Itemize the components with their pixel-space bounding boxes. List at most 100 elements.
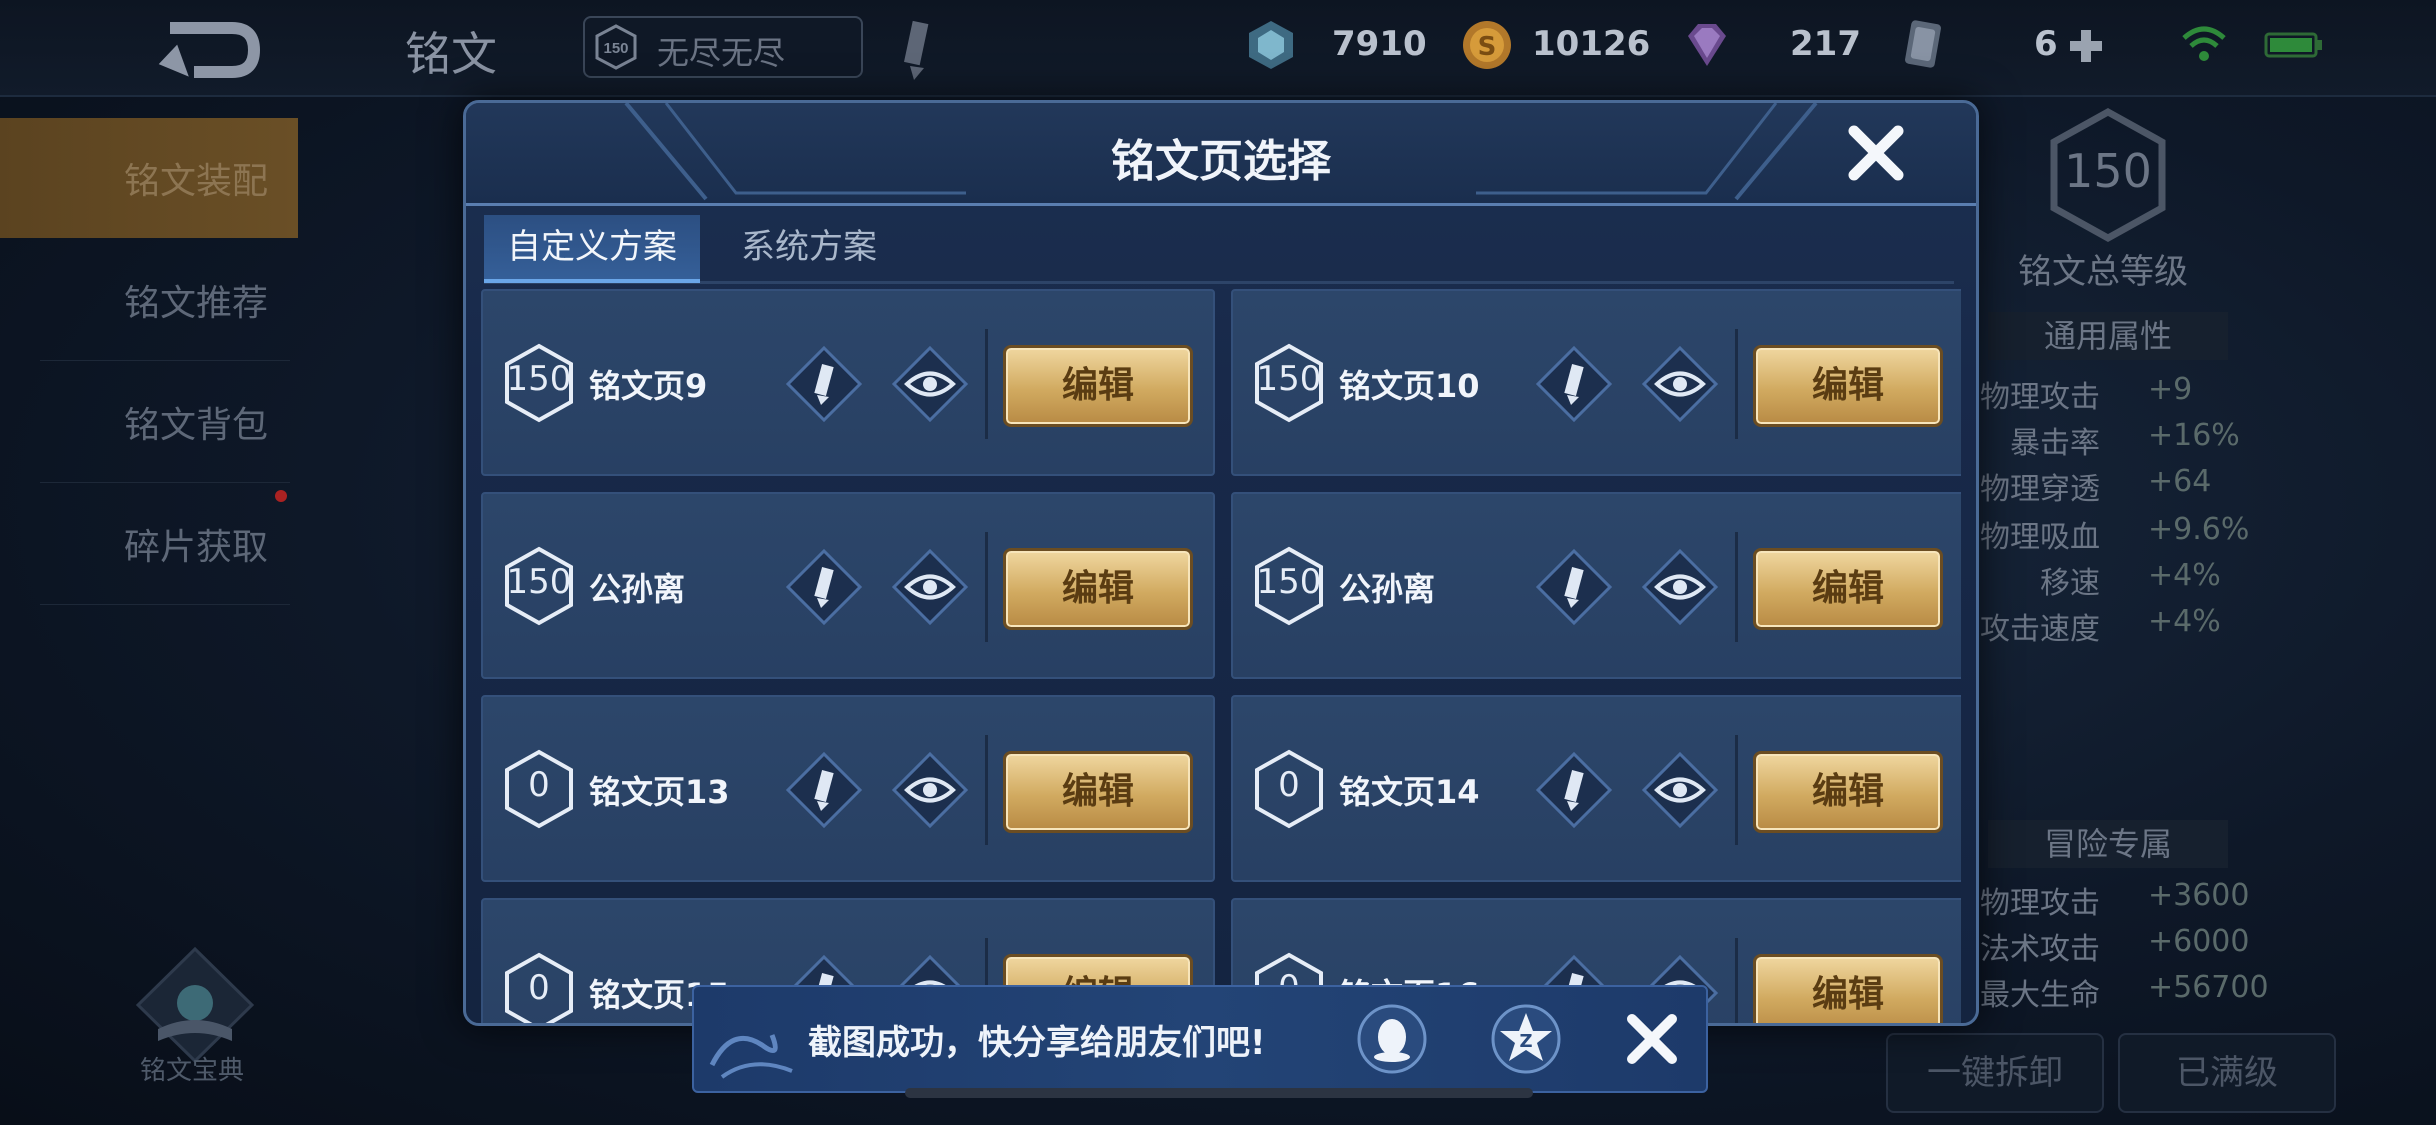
back-icon[interactable]: [150, 10, 270, 90]
edit-button[interactable]: 编辑: [1003, 751, 1193, 833]
qzone-share-icon[interactable]: Z: [1490, 1003, 1562, 1075]
gold-coin-icon: S: [1463, 21, 1511, 69]
divider: [985, 329, 988, 439]
sidebar-item-fragments[interactable]: 碎片获取: [0, 484, 298, 604]
rune-page-card[interactable]: 150 公孙离 编辑: [481, 492, 1215, 679]
preview-eye-icon[interactable]: [1641, 345, 1719, 423]
svg-text:Z: Z: [1519, 1031, 1532, 1052]
attr-value: +3600: [2148, 878, 2250, 913]
attr-name: 暴击率: [2010, 426, 2100, 461]
attr-value: +9.6%: [2148, 512, 2250, 547]
page-level: 150: [1256, 359, 1322, 399]
adventure-attr-title: 冒险专属: [1988, 820, 2228, 868]
page-name: 公孙离: [1339, 570, 1436, 608]
rune-page-card[interactable]: 150 铭文页9 编辑: [481, 289, 1215, 476]
rename-pencil-icon[interactable]: [1535, 751, 1613, 829]
attr-name: 攻击速度: [1980, 612, 2100, 647]
gem-currency: 217: [1680, 18, 1861, 74]
qq-share-icon[interactable]: [1356, 1003, 1428, 1075]
gold-count: 10126: [1532, 24, 1651, 64]
sidebar-item-label: 铭文装配: [124, 161, 269, 202]
preview-eye-icon[interactable]: [891, 345, 969, 423]
max-level-button[interactable]: 已满级: [2118, 1033, 2336, 1113]
gold-currency: S 10126: [1460, 18, 1660, 74]
page-grid: 150 铭文页9 编辑 150 铭文页10 编辑 150 公孙离 编辑 150 公孙离 编辑 0 铭文页1…: [481, 289, 1961, 1023]
edit-button[interactable]: 编辑: [1753, 345, 1943, 427]
page-level: 0: [1278, 765, 1300, 805]
page-name: 铭文页10: [1339, 367, 1480, 405]
close-icon[interactable]: [1622, 1009, 1682, 1069]
attr-name: 物理攻击: [1980, 380, 2100, 415]
divider: [1735, 735, 1738, 845]
sidebar-item-equip[interactable]: 铭文装配: [0, 118, 298, 238]
preview-eye-icon[interactable]: [891, 751, 969, 829]
rune-page-card[interactable]: 0 铭文页14 编辑: [1231, 695, 1961, 882]
attr-name: 移速: [2040, 566, 2100, 601]
preview-eye-icon[interactable]: [1641, 548, 1719, 626]
attr-name: 最大生命: [1980, 978, 2100, 1013]
preview-eye-icon[interactable]: [1641, 751, 1719, 829]
page-name: 铭文页9: [589, 367, 708, 405]
divider: [1735, 329, 1738, 439]
codex-label: 铭文宝典: [140, 1056, 245, 1086]
tab-custom[interactable]: 自定义方案: [484, 215, 700, 283]
rename-pencil-icon[interactable]: [1535, 345, 1613, 423]
edit-button[interactable]: 编辑: [1753, 751, 1943, 833]
dismantle-all-button[interactable]: 一键拆卸: [1886, 1033, 2104, 1113]
current-page-name: 无尽无尽: [657, 34, 786, 72]
total-level-value: 150: [2064, 144, 2152, 198]
page-select-dialog: 铭文页选择 自定义方案 系统方案 150 铭文页9 编辑 150 铭文页10 编辑 150 公…: [463, 100, 1979, 1026]
level-hex-icon: 150: [595, 24, 637, 70]
page-name: 铭文页13: [589, 773, 730, 811]
sidebar-item-recommend[interactable]: 铭文推荐: [0, 240, 298, 360]
add-plus-icon[interactable]: [2068, 28, 2104, 64]
divider: [985, 532, 988, 642]
rune-page-card[interactable]: 150 铭文页10 编辑: [1231, 289, 1961, 476]
sidebar-item-label: 铭文推荐: [124, 283, 269, 324]
attr-value: +4%: [2148, 558, 2221, 593]
rename-pencil-icon[interactable]: [785, 751, 863, 829]
close-icon[interactable]: [1844, 121, 1908, 185]
attr-value: +16%: [2148, 418, 2240, 453]
attr-value: +9: [2148, 372, 2193, 407]
dialog-title: 铭文页选择: [1111, 136, 1331, 187]
current-page-selector[interactable]: 150 无尽无尽: [583, 16, 863, 78]
rename-pencil-icon[interactable]: [785, 345, 863, 423]
svg-text:S: S: [1478, 32, 1497, 62]
divider: [1735, 532, 1738, 642]
preview-eye-icon[interactable]: [891, 548, 969, 626]
tab-bar: 自定义方案 系统方案: [484, 215, 1954, 284]
page-level: 0: [528, 765, 550, 805]
page-level: 150: [506, 562, 572, 602]
divider: [985, 735, 988, 845]
card-icon: [1905, 20, 1941, 68]
toast-message: 截图成功，快分享给朋友们吧!: [808, 1023, 1266, 1063]
gem-count: 217: [1790, 24, 1861, 64]
sidebar-item-bag[interactable]: 铭文背包: [0, 362, 298, 482]
crystal-icon: [1249, 21, 1293, 69]
edit-button[interactable]: 编辑: [1003, 548, 1193, 630]
edit-button[interactable]: 编辑: [1753, 548, 1943, 630]
attr-name: 物理吸血: [1980, 520, 2100, 555]
top-bar: 铭文 150 无尽无尽 7910 S 10126 217 6: [0, 0, 2436, 97]
wave-decoration: [709, 1034, 793, 1079]
divider: [40, 482, 290, 483]
sidebar-item-label: 铭文背包: [124, 405, 269, 446]
rune-page-card[interactable]: 150 公孙离 编辑: [1231, 492, 1961, 679]
edit-button[interactable]: 编辑: [1003, 345, 1193, 427]
rename-pencil-icon[interactable]: [1535, 548, 1613, 626]
scrollbar[interactable]: [905, 1088, 1533, 1098]
rename-pencil-icon[interactable]: [896, 14, 936, 84]
attr-value: +4%: [2148, 604, 2221, 639]
tab-system[interactable]: 系统方案: [714, 215, 904, 279]
divider: [1735, 938, 1738, 1023]
page-name: 公孙离: [589, 570, 686, 608]
page-level: 150: [506, 359, 572, 399]
attr-name: 物理穿透: [1980, 472, 2100, 507]
crystal-count: 7910: [1332, 24, 1427, 64]
attr-value: +6000: [2148, 924, 2250, 959]
svg-text:150: 150: [603, 40, 628, 57]
rename-pencil-icon[interactable]: [785, 548, 863, 626]
rune-page-card[interactable]: 0 铭文页13 编辑: [481, 695, 1215, 882]
edit-button[interactable]: 编辑: [1753, 954, 1943, 1023]
